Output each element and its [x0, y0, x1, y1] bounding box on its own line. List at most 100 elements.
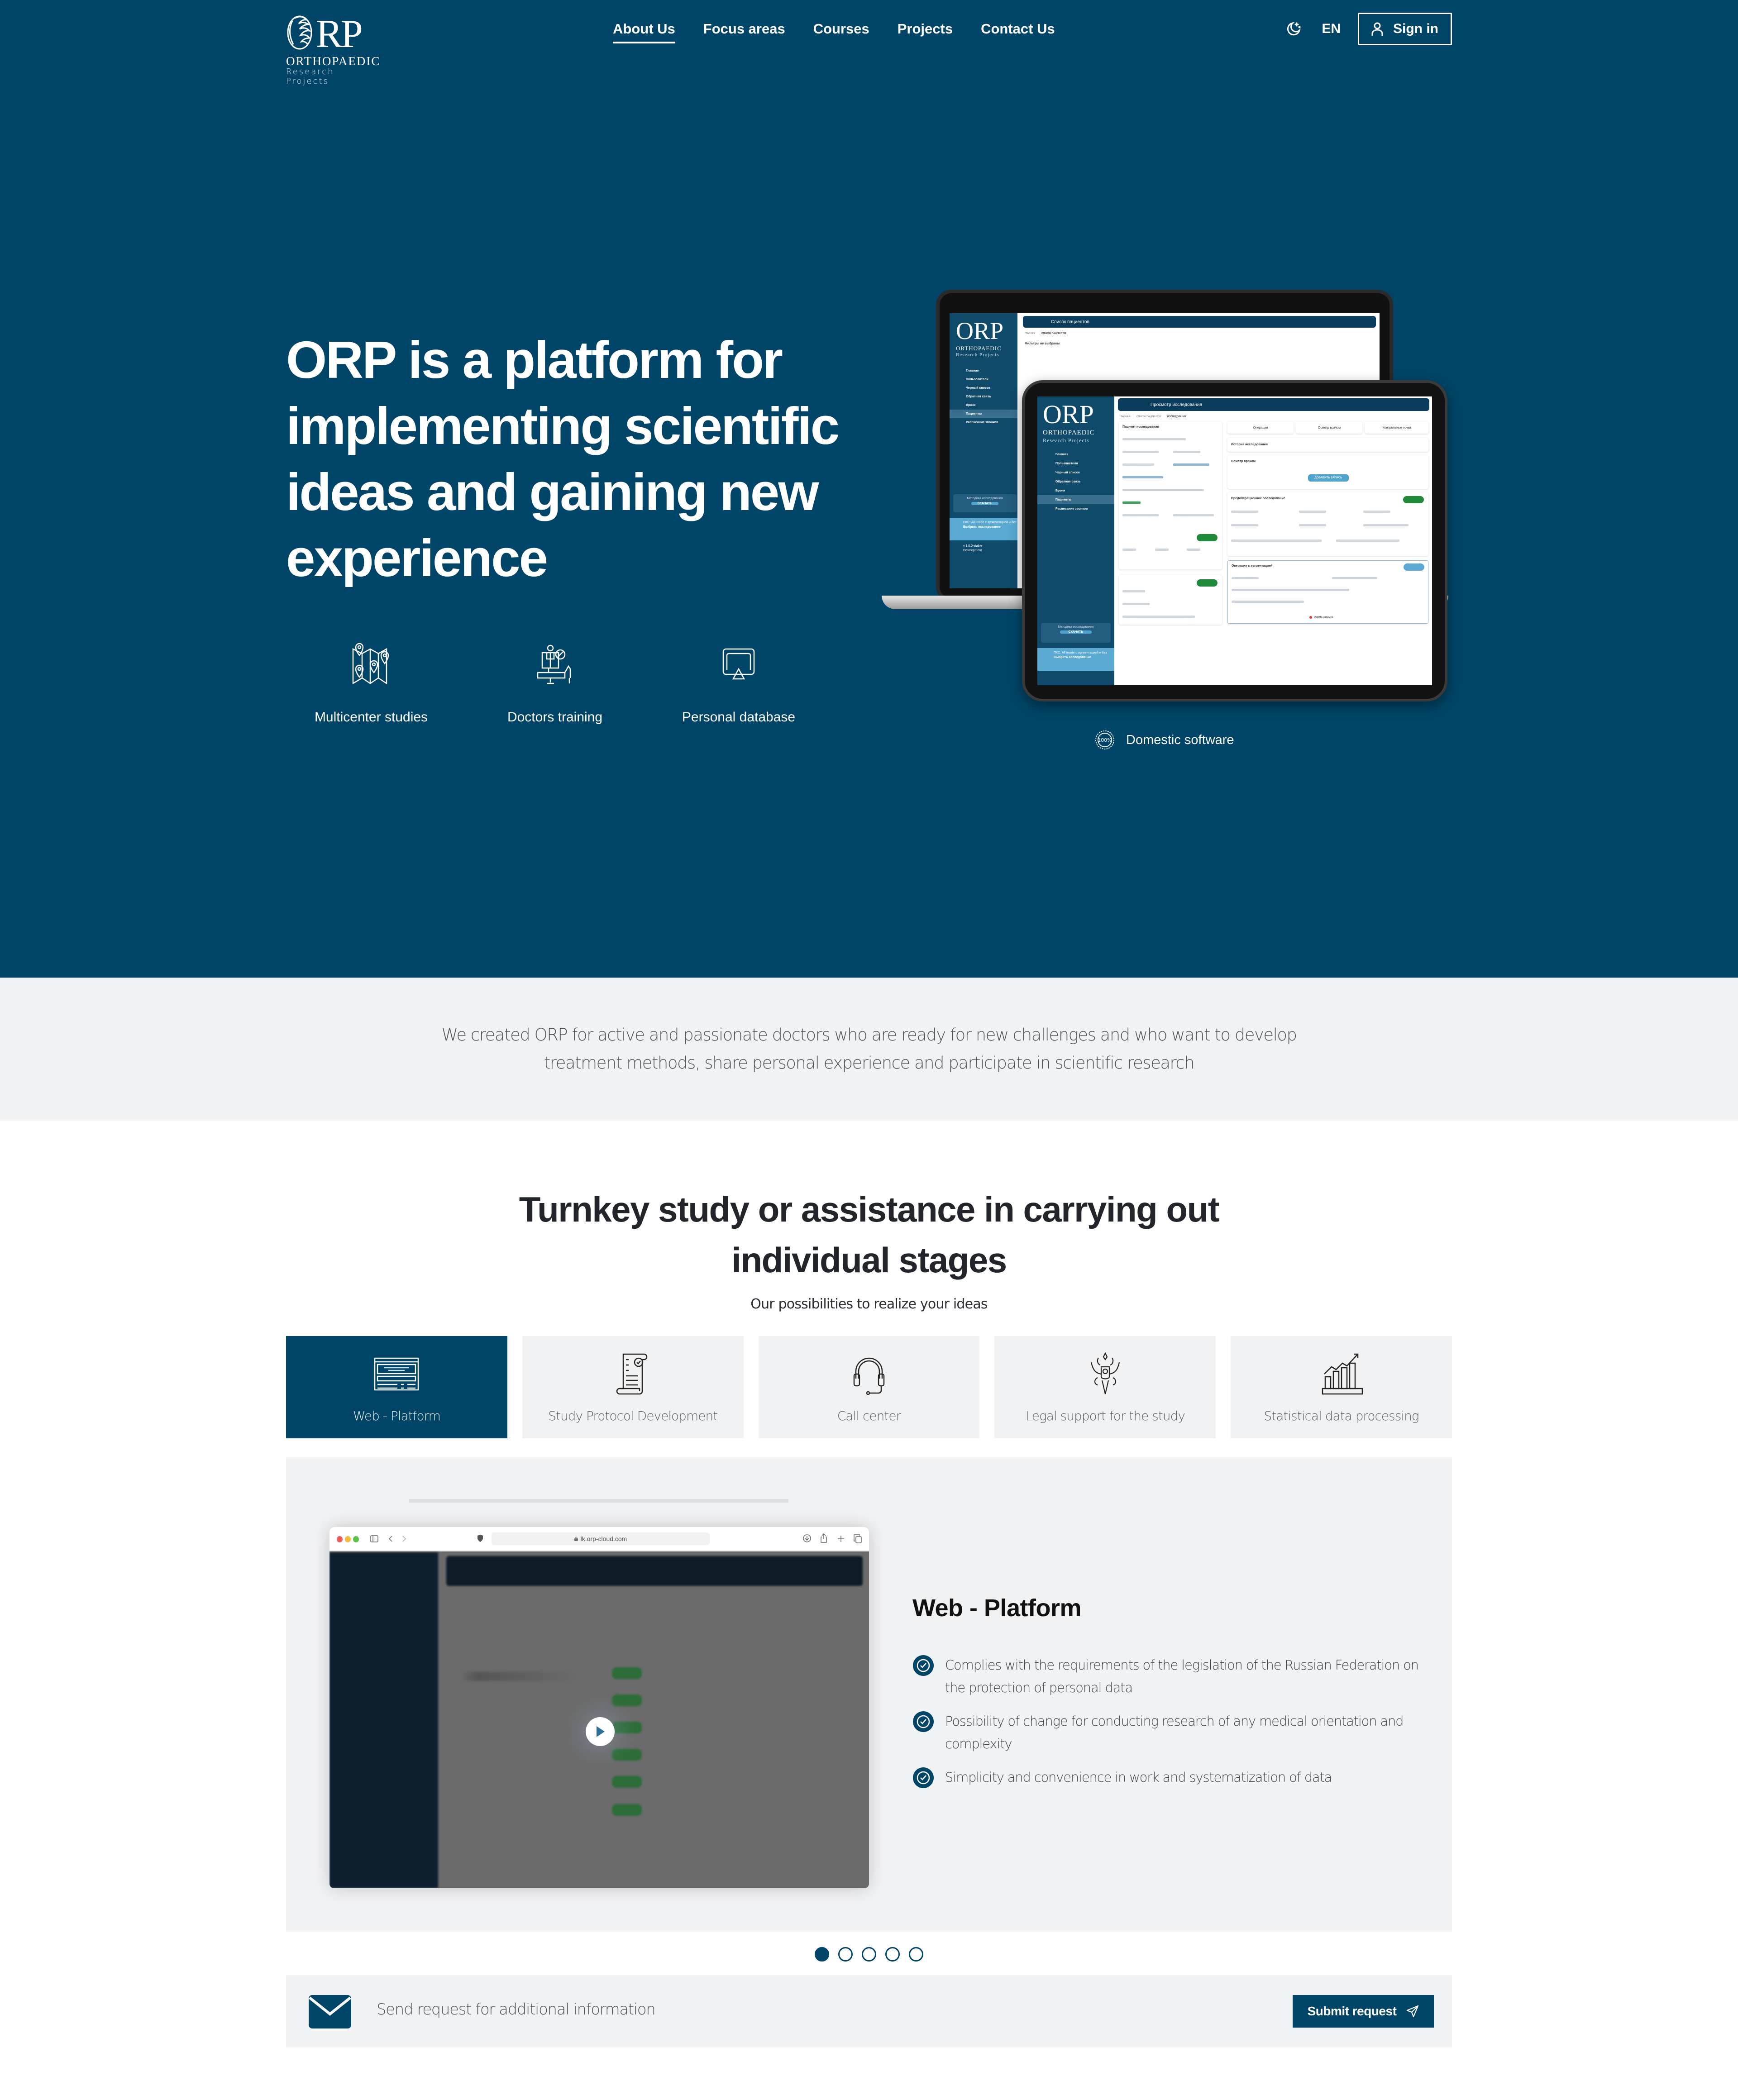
pager-dot-3[interactable] — [862, 1947, 876, 1962]
check-circle-icon — [913, 1711, 934, 1732]
app-filter-text: Фильтры не выбраны — [1025, 342, 1060, 345]
app-card-title: Осмотр врачом — [1231, 460, 1256, 463]
pager-dot-2[interactable] — [838, 1947, 853, 1962]
theme-toggle-button[interactable] — [1284, 20, 1303, 38]
services-title: Turnkey study or assistance in carrying … — [519, 1189, 1220, 1280]
video-blurred-sidebar — [329, 1552, 438, 1888]
app-menu-item: Пользователи — [1055, 462, 1078, 465]
video-player[interactable]: lk.orp-cloud.com — [329, 1527, 869, 1888]
nav-focus-areas[interactable]: Focus areas — [703, 21, 785, 43]
app-study-select: Выбрать исследование — [963, 525, 1001, 529]
browser-toolbar: lk.orp-cloud.com — [329, 1527, 869, 1551]
hero-features: Multicenter studies Doctors training Per… — [286, 638, 837, 725]
site-header: RP ORTHOPAEDIC Research Projects About U… — [286, 13, 1452, 86]
app-menu-item: Расписание звонков — [1055, 507, 1088, 511]
logo[interactable]: RP ORTHOPAEDIC Research Projects — [286, 13, 381, 86]
submit-request-button[interactable]: Submit request — [1293, 1995, 1434, 2028]
intro-text: We created ORP for active and passionate… — [441, 1025, 1297, 1073]
app-menu-item: Пользователи — [966, 378, 988, 381]
app-patient-card: Пациент исследования — [1119, 422, 1222, 569]
tab-statistical-data[interactable]: Statistical data processing — [1231, 1336, 1452, 1438]
app-logo: ORP — [956, 317, 1004, 344]
app-study-card: ПКС: All Inside с аугментацией и без Выб… — [950, 518, 1017, 540]
video-blurred-pill — [612, 1749, 642, 1761]
feature-label: Doctors training — [507, 710, 603, 725]
logo-line1: ORTHOPAEDIC — [286, 54, 381, 68]
app-logo-line1: ORTHOPAEDIC — [1043, 429, 1095, 436]
app-version-label: v 1.0.0-stable — [963, 544, 983, 548]
tab-call-center[interactable]: Call center — [758, 1336, 980, 1438]
tab-web-platform[interactable]: Web - Platform — [286, 1336, 507, 1438]
app-operation-card: Операция с аугментацией Форма закрыта — [1227, 560, 1428, 624]
app-form-closed: Форма закрыта — [1309, 616, 1333, 619]
coat-of-arms-icon — [1090, 1352, 1120, 1394]
tab-study-protocol[interactable]: Study Protocol Development — [522, 1336, 744, 1438]
request-bar: Send request for additional information … — [286, 1975, 1452, 2048]
app-download-button: СКАЧАТЬ — [971, 502, 998, 505]
header-actions: EN Sign in — [1284, 13, 1452, 45]
address-bar: lk.orp-cloud.com — [492, 1532, 710, 1545]
app-methodology-label: Методика исследования — [967, 497, 1003, 500]
video-blurred-pill — [612, 1694, 642, 1706]
user-icon — [1371, 22, 1383, 36]
nav-contact-us[interactable]: Contact Us — [981, 21, 1055, 43]
app-menu-item-selected: Пациенты — [950, 410, 1017, 418]
breadcrumb-item: ГЛАВНАЯ — [1025, 332, 1035, 335]
mail-icon — [309, 1995, 351, 2028]
lock-icon — [574, 1537, 578, 1541]
pager-dot-4[interactable] — [885, 1947, 900, 1962]
nav-projects[interactable]: Projects — [898, 21, 953, 43]
app-logo-line1: ORTHOPAEDIC — [956, 345, 1002, 352]
app-logo-line2: Research Projects — [956, 352, 999, 358]
feature-label: Multicenter studies — [314, 710, 428, 725]
play-icon — [597, 1726, 605, 1737]
language-switcher[interactable]: EN — [1322, 21, 1341, 37]
video-blurred-pill — [612, 1776, 642, 1788]
tab-label: Legal support for the study — [1025, 1408, 1185, 1423]
app-sidebar: ORP ORTHOPAEDIC Research Projects Главна… — [1037, 396, 1114, 685]
app-card-title: Предоперационное обследование — [1231, 497, 1285, 500]
tab-label: Call center — [837, 1408, 901, 1423]
hero-section: RP ORTHOPAEDIC Research Projects About U… — [0, 0, 1738, 978]
moon-stars-icon — [1287, 22, 1301, 36]
app-study-card: ПКС: All Inside с аугментацией и без Выб… — [1037, 648, 1114, 671]
app-page-title: Просмотр исследования — [1151, 402, 1202, 407]
play-button[interactable] — [586, 1717, 615, 1746]
app-menu-item: Врачи — [1055, 489, 1065, 492]
tab-legal-support[interactable]: Legal support for the study — [994, 1336, 1216, 1438]
feature-label: Personal database — [682, 710, 796, 725]
nav-about-us[interactable]: About Us — [613, 21, 675, 43]
app-study-name: ПКС: All Inside с аугментацией и без — [963, 521, 1017, 524]
pager-dot-1[interactable] — [815, 1947, 829, 1962]
app-menu-item: Обратная связь — [1055, 480, 1081, 483]
badge-100-icon: 100% — [1095, 730, 1114, 749]
new-tab-icon — [838, 1536, 844, 1542]
nav-courses[interactable]: Courses — [813, 21, 869, 43]
app-card-title: Пациент исследования — [1122, 425, 1159, 429]
app-sidebar: ORP ORTHOPAEDIC Research Projects Главна… — [950, 313, 1017, 588]
app-preop-card: Предоперационное обследование — [1227, 492, 1428, 556]
app-topbar: Список пациентов — [1023, 316, 1376, 328]
pager-dot-5[interactable] — [909, 1947, 923, 1962]
sign-in-button[interactable]: Sign in — [1358, 13, 1452, 45]
request-label: Send request for additional information — [377, 2000, 656, 2019]
surgery-training-icon — [537, 644, 571, 684]
check-circle-icon — [913, 1767, 934, 1788]
check-circle-icon — [913, 1655, 934, 1676]
tab-label: Study Protocol Development — [548, 1408, 718, 1423]
app-history-card: История исследования — [1227, 438, 1428, 452]
tablet-mockup: ORP ORTHOPAEDIC Research Projects Главна… — [1022, 380, 1447, 702]
shield-icon — [477, 1535, 483, 1542]
app-tab: Операция — [1227, 422, 1294, 434]
app-methodology-card: Методика исследования СКАЧАТЬ — [1041, 623, 1111, 643]
hero-title: ORP is a platform for implementing scien… — [286, 330, 840, 587]
bullet-text: Complies with the requirements of the le… — [945, 1657, 1419, 1695]
app-add-record-button: ДОБАВИТЬ ЗАПИСЬ — [1308, 474, 1349, 482]
services-section: Turnkey study or assistance in carrying … — [0, 1121, 1738, 2100]
video-blurred-pill — [612, 1722, 642, 1733]
main-nav: About Us Focus areas Courses Projects Co… — [613, 21, 1055, 43]
bullet-item: Possibility of change for conducting res… — [912, 1710, 1419, 1755]
svg-text:100%: 100% — [1098, 737, 1112, 743]
app-methodology-label: Методика исследования — [1058, 625, 1094, 629]
breadcrumb-item: СПИСОК ПАЦИЕНТОВ — [1136, 415, 1161, 418]
